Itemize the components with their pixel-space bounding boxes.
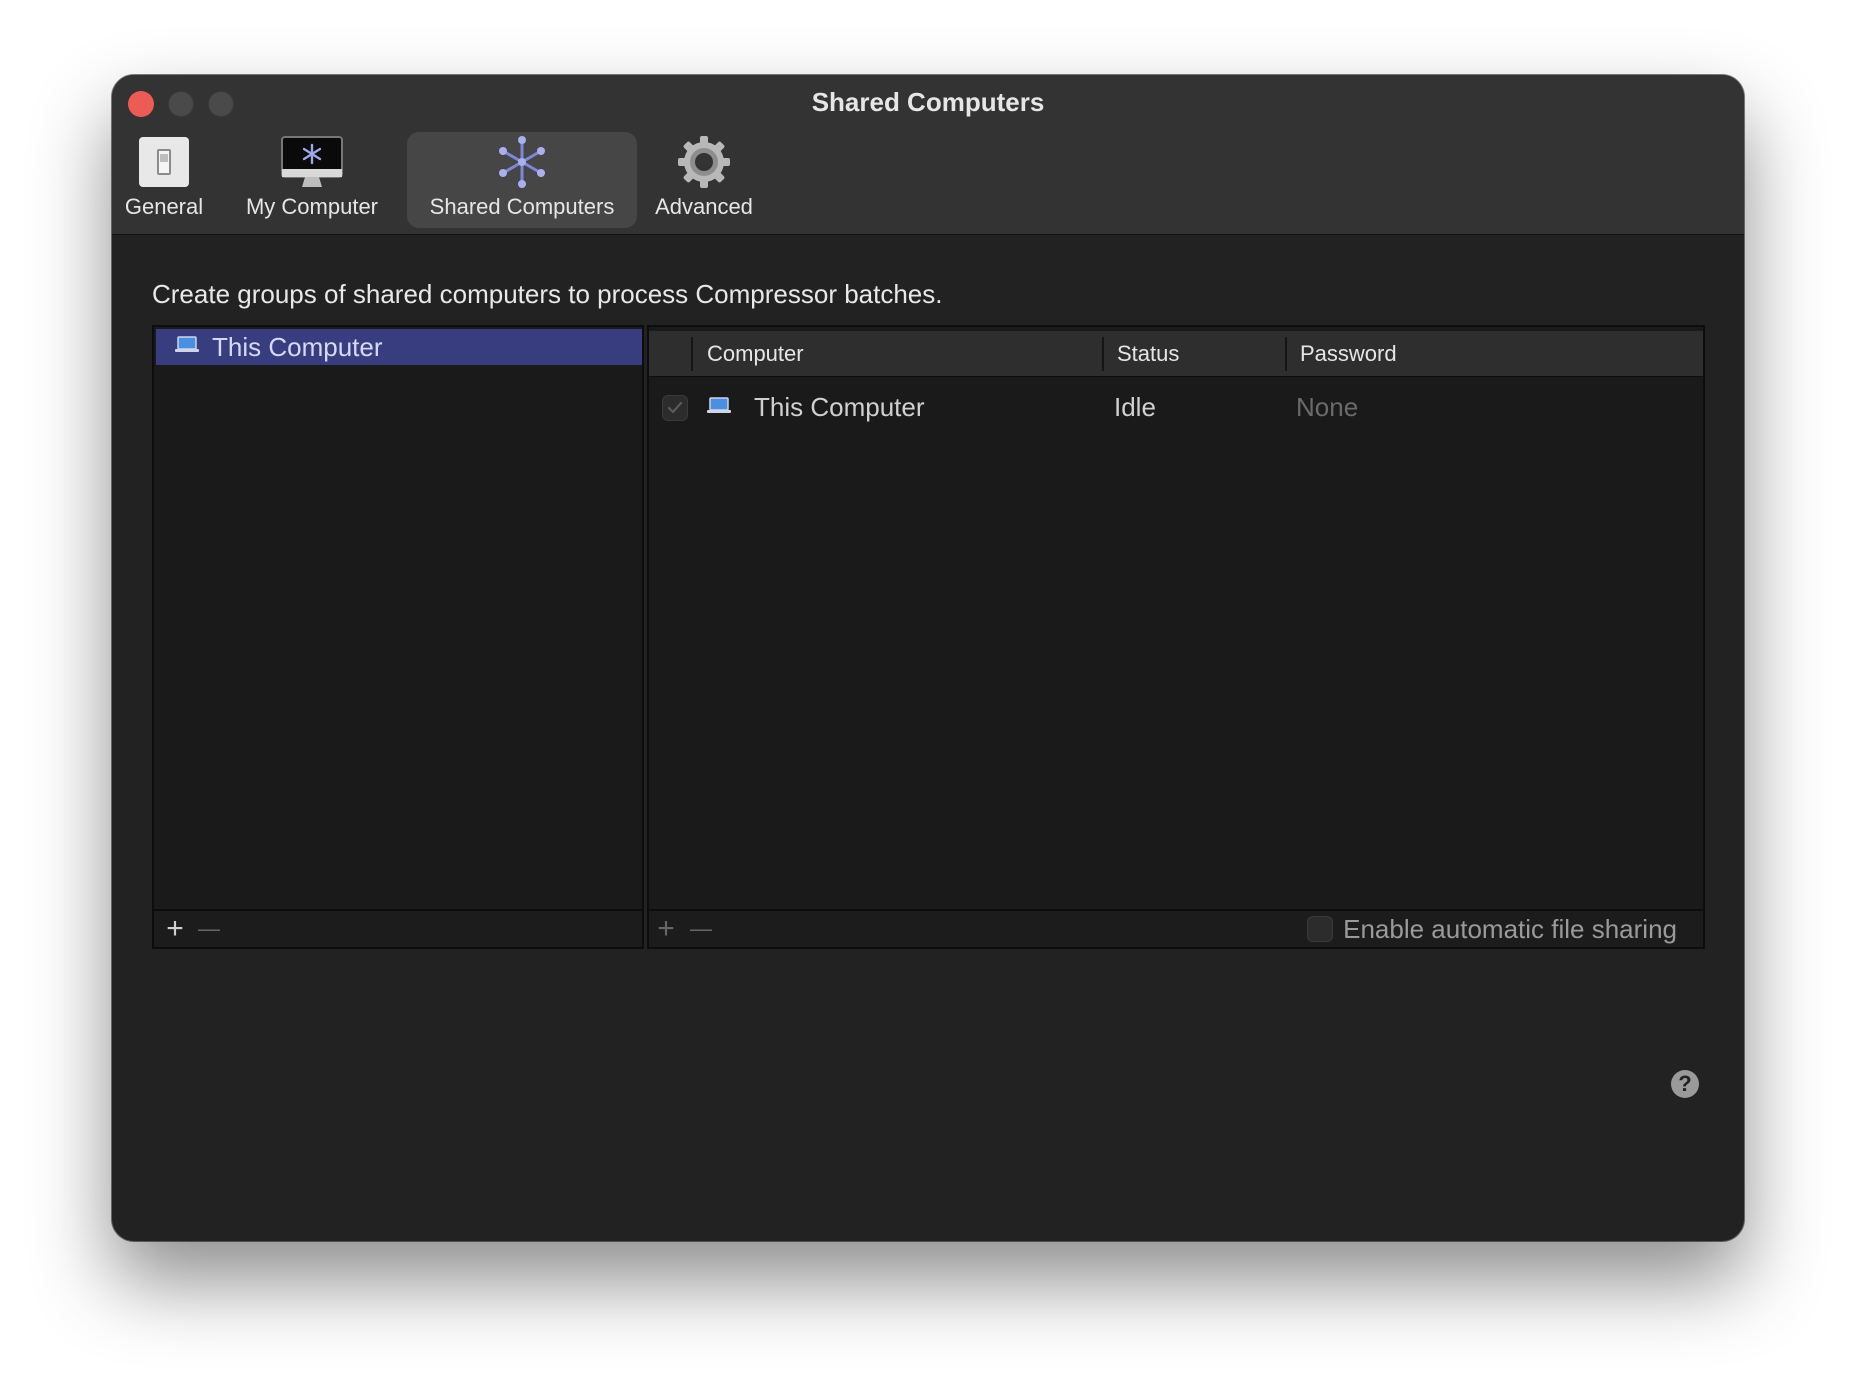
- toolbar-general-label: General: [124, 194, 204, 219]
- toolbar-advanced[interactable]: Advanced: [644, 132, 764, 228]
- row-enabled-checkbox[interactable]: [662, 395, 688, 421]
- column-divider: [691, 337, 693, 371]
- laptop-icon: [174, 335, 200, 359]
- network-icon: [496, 132, 548, 192]
- remove-group-button[interactable]: —: [194, 911, 224, 947]
- help-button[interactable]: ?: [1671, 1070, 1699, 1098]
- table-row[interactable]: This Computer Idle None: [649, 383, 1703, 431]
- column-divider: [1285, 337, 1287, 371]
- auto-share-option[interactable]: Enable automatic file sharing: [1307, 911, 1677, 947]
- group-item-this-computer[interactable]: This Computer: [156, 329, 642, 365]
- toolbar-shared-computers-label: Shared Computers: [429, 194, 615, 219]
- auto-share-label: Enable automatic file sharing: [1343, 913, 1677, 944]
- computers-table: Computer Status Password This Computer I…: [647, 325, 1705, 949]
- add-computer-button[interactable]: +: [651, 911, 681, 947]
- groups-list: This Computer + —: [152, 325, 644, 949]
- toolbar-advanced-label: Advanced: [655, 194, 753, 219]
- auto-share-checkbox[interactable]: [1307, 916, 1334, 942]
- column-header-computer[interactable]: Computer: [707, 331, 804, 377]
- cell-password: None: [1296, 391, 1359, 422]
- gear-icon: [676, 132, 732, 192]
- remove-computer-button[interactable]: —: [686, 911, 716, 947]
- column-header-password[interactable]: Password: [1300, 331, 1397, 377]
- toolbar-my-computer[interactable]: My Computer: [234, 132, 390, 228]
- checkmark-icon: [667, 401, 683, 414]
- groups-footer: + —: [154, 909, 642, 947]
- switch-icon: [138, 132, 190, 192]
- column-divider: [1102, 337, 1104, 371]
- preferences-window: Shared Computers General My Computer Sha…: [112, 75, 1744, 1241]
- add-group-button[interactable]: +: [160, 911, 190, 947]
- laptop-icon: [706, 397, 732, 420]
- imac-icon: [281, 132, 343, 192]
- computers-footer: + — Enable automatic file sharing: [649, 909, 1703, 947]
- titlebar: Shared Computers General My Computer Sha…: [112, 75, 1744, 235]
- toolbar-shared-computers[interactable]: Shared Computers: [407, 132, 637, 228]
- table-header: Computer Status Password: [649, 331, 1703, 377]
- column-header-status[interactable]: Status: [1117, 331, 1179, 377]
- window-title: Shared Computers: [811, 87, 1045, 117]
- cell-computer-name: This Computer: [754, 391, 925, 422]
- page-description: Create groups of shared computers to pro…: [152, 279, 943, 309]
- cell-status: Idle: [1114, 391, 1156, 422]
- group-item-label: This Computer: [212, 331, 383, 362]
- toolbar-general[interactable]: General: [114, 132, 214, 228]
- toolbar-my-computer-label: My Computer: [245, 194, 379, 219]
